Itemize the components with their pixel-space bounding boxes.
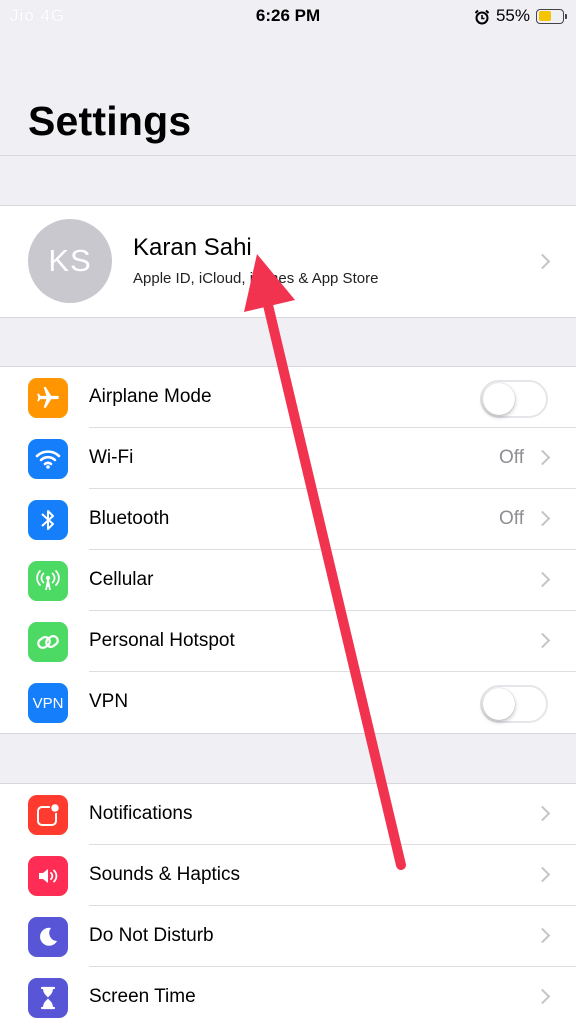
settings-row-notifications[interactable]: Notifications <box>0 784 576 845</box>
vpn-toggle[interactable] <box>480 685 548 723</box>
bluetooth-icon <box>28 500 68 540</box>
chevron-right-icon <box>534 510 551 527</box>
hourglass-icon <box>28 978 68 1018</box>
settings-row-sounds-haptics[interactable]: Sounds & Haptics <box>0 845 576 906</box>
battery-icon <box>536 8 567 24</box>
moon-icon <box>28 917 68 957</box>
cellular-icon <box>28 561 68 601</box>
profile-subtitle: Apple ID, iCloud, iTunes & App Store <box>133 270 379 287</box>
chevron-right-icon <box>534 805 551 822</box>
settings-row-wifi[interactable]: Wi-Fi Off <box>0 428 576 489</box>
toggle-knob <box>483 383 515 415</box>
row-label: Bluetooth <box>89 508 170 529</box>
row-label: Cellular <box>89 569 154 590</box>
battery-fill <box>538 11 552 21</box>
chevron-right-icon <box>534 632 551 649</box>
row-label: VPN <box>89 691 129 712</box>
row-label: Wi-Fi <box>89 447 134 468</box>
chevron-right-icon <box>534 449 551 466</box>
page-title: Settings <box>28 98 192 144</box>
row-label: Screen Time <box>89 986 196 1007</box>
chevron-right-icon <box>534 571 551 588</box>
vpn-icon: VPN <box>28 683 68 723</box>
row-label: Sounds & Haptics <box>89 864 241 885</box>
status-bar: Jio 4G 6:26 PM 55% <box>0 0 576 34</box>
chevron-right-icon <box>534 866 551 883</box>
notifications-icon <box>28 795 68 835</box>
settings-row-personal-hotspot[interactable]: Personal Hotspot <box>0 611 576 672</box>
connectivity-group: Airplane Mode Wi-Fi Off Bluetooth Off Ce… <box>0 366 576 734</box>
bluetooth-value: Off <box>499 508 524 529</box>
row-label: Airplane Mode <box>89 386 212 407</box>
settings-row-vpn[interactable]: VPN VPN <box>0 672 576 733</box>
row-label: Notifications <box>89 803 193 824</box>
settings-row-do-not-disturb[interactable]: Do Not Disturb <box>0 906 576 967</box>
settings-row-bluetooth[interactable]: Bluetooth Off <box>0 489 576 550</box>
chevron-right-icon <box>534 927 551 944</box>
row-label: Do Not Disturb <box>89 925 214 946</box>
wifi-icon <box>28 439 68 479</box>
title-divider <box>0 155 576 156</box>
airplane-icon <box>28 378 68 418</box>
sounds-icon <box>28 856 68 896</box>
battery-percent: 55% <box>495 6 530 25</box>
avatar: KS <box>28 219 112 303</box>
settings-row-airplane-mode[interactable]: Airplane Mode <box>0 367 576 428</box>
profile-name: Karan Sahi <box>133 234 252 261</box>
notifications-group: Notifications Sounds & Haptics Do Not Di… <box>0 783 576 1024</box>
status-right: 55% <box>474 6 567 26</box>
wifi-value: Off <box>499 447 524 468</box>
chevron-right-icon <box>534 253 551 270</box>
hotspot-icon <box>28 622 68 662</box>
row-label: Personal Hotspot <box>89 630 235 651</box>
settings-row-screen-time[interactable]: Screen Time <box>0 967 576 1024</box>
apple-id-profile-row[interactable]: KS Karan Sahi Apple ID, iCloud, iTunes &… <box>0 205 576 318</box>
toggle-knob <box>483 688 515 720</box>
settings-row-cellular[interactable]: Cellular <box>0 550 576 611</box>
airplane-mode-toggle[interactable] <box>480 380 548 418</box>
chevron-right-icon <box>534 988 551 1005</box>
alarm-icon <box>474 9 490 25</box>
